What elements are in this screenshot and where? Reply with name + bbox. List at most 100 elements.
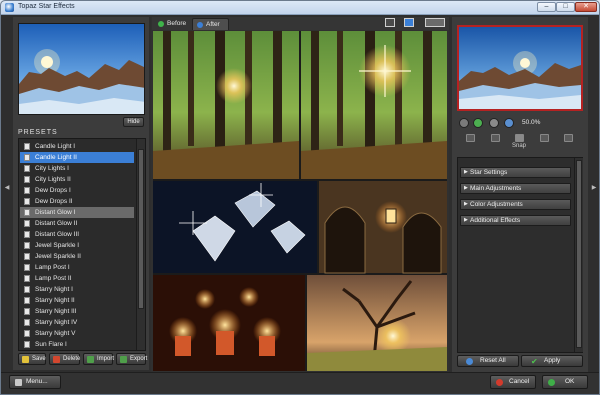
delete-button[interactable]: Delete <box>49 353 80 365</box>
export-icon <box>120 356 127 363</box>
cancel-icon <box>496 379 503 386</box>
zoom-100-icon[interactable] <box>504 118 514 128</box>
history-icon[interactable] <box>564 134 573 142</box>
landscape-thumbnail-icon <box>19 24 144 114</box>
window-title: Topaz Star Effects <box>18 3 75 10</box>
minimize-button[interactable]: – <box>537 2 556 12</box>
document-icon <box>24 253 30 260</box>
section-star-settings[interactable]: ▶ Star Settings <box>460 167 571 178</box>
split-view-icon[interactable] <box>404 18 414 27</box>
section-additional-effects[interactable]: ▶ Additional Effects <box>460 215 571 226</box>
document-icon <box>24 220 30 227</box>
preset-item[interactable]: Starry Night IV <box>20 317 134 328</box>
expand-triangle-icon: ▶ <box>464 169 468 175</box>
expand-triangle-icon: ▶ <box>464 217 468 223</box>
preset-item[interactable]: Jewel Sparkle II <box>20 251 134 262</box>
preset-item[interactable]: Distant Glow III <box>20 229 134 240</box>
collapse-right-arrow-icon[interactable]: ▶ <box>591 181 597 195</box>
reset-icon <box>466 358 473 365</box>
document-icon <box>24 341 30 348</box>
preset-item[interactable]: Distant Glow II <box>20 218 134 229</box>
menu-button[interactable]: Menu... <box>9 375 61 389</box>
tab-after[interactable]: After <box>192 18 229 30</box>
preset-item[interactable]: City Lights I <box>20 163 134 174</box>
cancel-button[interactable]: Cancel <box>490 375 536 389</box>
ok-button[interactable]: OK <box>542 375 588 389</box>
document-icon <box>24 176 30 183</box>
preset-item[interactable]: Jewel Sparkle I <box>20 240 134 251</box>
preset-item[interactable]: Candle Light I <box>20 141 134 152</box>
undo-icon[interactable] <box>466 134 475 142</box>
document-icon <box>24 264 30 271</box>
snap-icon[interactable] <box>515 134 524 142</box>
save-icon <box>22 356 29 363</box>
preset-item[interactable]: Lamp Post II <box>20 273 134 284</box>
menu-icon <box>15 379 22 386</box>
preset-item[interactable]: Dew Drops I <box>20 185 134 196</box>
document-icon <box>24 308 30 315</box>
scrollbar-thumb[interactable] <box>138 149 144 309</box>
checkmark-icon: ✔ <box>531 357 538 366</box>
snap-label: Snap <box>512 143 527 149</box>
settings-scrollbar[interactable] <box>574 158 583 352</box>
apply-button[interactable]: ✔ Apply <box>521 355 583 367</box>
ok-icon <box>548 379 555 386</box>
preset-item[interactable]: Starry Night III <box>20 306 134 317</box>
document-icon <box>24 242 30 249</box>
scrollbar-thumb[interactable] <box>576 160 582 348</box>
title-bar: Topaz Star Effects – □ ✕ <box>1 1 599 15</box>
section-main-adjustments[interactable]: ▶ Main Adjustments <box>460 183 571 194</box>
document-icon <box>24 275 30 282</box>
preview-landscape-icon <box>459 27 581 109</box>
preset-item[interactable]: Starry Night II <box>20 295 134 306</box>
zoom-fit-icon[interactable] <box>473 118 483 128</box>
document-icon <box>24 319 30 326</box>
zoom-out-icon[interactable] <box>459 118 469 128</box>
preview-thumbnail[interactable] <box>457 25 583 111</box>
section-color-adjustments[interactable]: ▶ Color Adjustments <box>460 199 571 210</box>
preset-item[interactable]: Distant Glow I <box>20 207 134 218</box>
document-icon <box>24 198 30 205</box>
preset-item[interactable]: Starry Night I <box>20 284 134 295</box>
zoom-level: 50.0% <box>522 119 541 126</box>
import-button[interactable]: Import <box>83 353 114 365</box>
document-icon <box>24 209 30 216</box>
document-icon <box>24 231 30 238</box>
expand-triangle-icon: ▶ <box>464 201 468 207</box>
close-button[interactable]: ✕ <box>575 2 597 12</box>
zoom-in-icon[interactable] <box>489 118 499 128</box>
preset-item[interactable]: Candle Light II <box>20 152 134 163</box>
collapse-left-arrow-icon[interactable]: ◀ <box>4 181 10 195</box>
image-preview-area[interactable] <box>153 31 447 371</box>
preset-item[interactable]: Sun Flare I <box>20 339 134 350</box>
before-dot-icon <box>158 21 164 27</box>
document-icon <box>24 187 30 194</box>
preset-item[interactable]: City Lights II <box>20 174 134 185</box>
snapshot-icon[interactable] <box>540 134 549 142</box>
expand-triangle-icon: ▶ <box>464 185 468 191</box>
document-icon <box>24 330 30 337</box>
save-button[interactable]: Save <box>18 353 46 365</box>
document-icon <box>24 286 30 293</box>
app-window: Topaz Star Effects – □ ✕ ◀ Hide PRESETS … <box>0 0 600 395</box>
preset-item[interactable]: Dew Drops II <box>20 196 134 207</box>
document-icon <box>24 143 30 150</box>
preset-item[interactable]: Lamp Post I <box>20 262 134 273</box>
navigator-thumbnail[interactable] <box>18 23 145 115</box>
after-dot-icon <box>197 22 203 28</box>
document-icon <box>24 165 30 172</box>
maximize-button[interactable]: □ <box>556 2 575 12</box>
preset-list: Candle Light I Candle Light II City Ligh… <box>18 138 146 351</box>
single-view-icon[interactable] <box>385 18 395 27</box>
presets-heading: PRESETS <box>18 129 58 136</box>
delete-icon <box>53 356 60 363</box>
redo-icon[interactable] <box>491 134 500 142</box>
preset-item[interactable]: Starry Night V <box>20 328 134 339</box>
tab-before[interactable]: Before <box>154 18 194 30</box>
reset-all-button[interactable]: Reset All <box>457 355 519 367</box>
import-icon <box>87 356 94 363</box>
preset-list-scrollbar[interactable] <box>136 139 145 350</box>
export-button[interactable]: Export <box>116 353 147 365</box>
hide-button[interactable]: Hide <box>123 117 144 127</box>
compare-view-icon[interactable] <box>425 18 445 27</box>
